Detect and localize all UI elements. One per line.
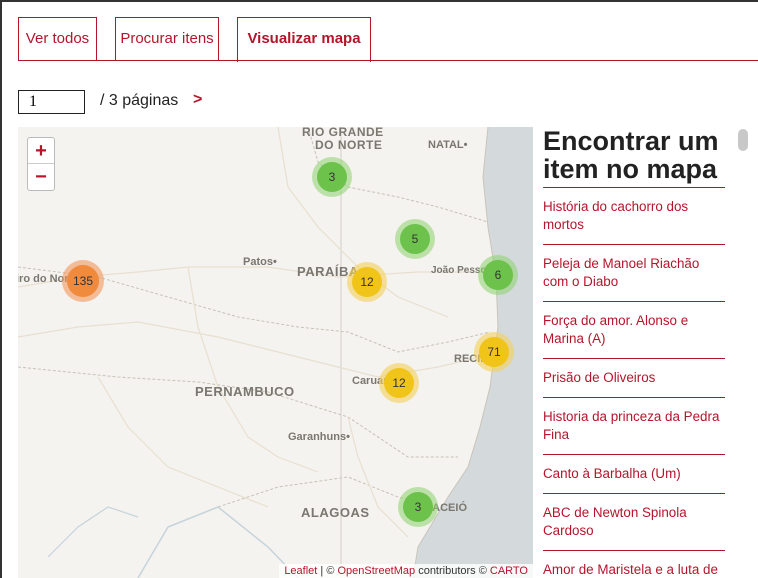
tab-procurar-itens[interactable]: Procurar itens xyxy=(115,17,219,60)
list-item[interactable]: Prisão de Oliveiros xyxy=(543,359,725,398)
window-border-top xyxy=(0,0,758,2)
map-label-natal: NATAL• xyxy=(428,139,468,151)
map-attribution: Leaflet | © OpenStreetMap contributors ©… xyxy=(279,564,533,578)
map-item-list-panel: Encontrar um item no mapa História do ca… xyxy=(543,127,725,578)
carto-link[interactable]: CARTO xyxy=(490,565,528,577)
window-border-left xyxy=(0,0,2,578)
scrollbar-thumb[interactable] xyxy=(738,129,748,151)
map-label-patos: Patos• xyxy=(243,256,277,268)
map-cluster[interactable]: 6 xyxy=(478,255,518,295)
leaflet-link[interactable]: Leaflet xyxy=(284,565,317,577)
osm-link[interactable]: OpenStreetMap xyxy=(337,565,415,577)
zoom-control: + − xyxy=(27,137,55,191)
page-total-label: / 3 páginas xyxy=(100,92,179,109)
list-item[interactable]: Força do amor. Alonso e Marina (A) xyxy=(543,302,725,359)
map-cluster[interactable]: 3 xyxy=(312,157,352,197)
list-item[interactable]: História do cachorro dos mortos xyxy=(543,188,725,245)
zoom-out-button[interactable]: − xyxy=(28,164,54,190)
map-cluster[interactable]: 12 xyxy=(347,262,387,302)
map-label-pernambuco: PERNAMBUCO xyxy=(195,384,295,399)
map-label-rn2: DO NORTE xyxy=(315,138,383,152)
tabs-underline xyxy=(18,60,758,61)
page-number-input[interactable] xyxy=(18,90,85,114)
item-list: História do cachorro dos mortos Peleja d… xyxy=(543,188,725,578)
map-cluster[interactable]: 5 xyxy=(395,219,435,259)
next-page-button[interactable]: > xyxy=(193,91,202,109)
item-list-scrollbar[interactable] xyxy=(738,127,748,578)
attribution-mid: contributors © xyxy=(415,565,490,577)
list-item[interactable]: Peleja de Manoel Riachão com o Diabo xyxy=(543,245,725,302)
map-label-juazeiro: iro do Nor xyxy=(18,273,69,285)
map-cluster[interactable]: 3 xyxy=(398,487,438,527)
zoom-in-button[interactable]: + xyxy=(28,138,54,164)
map-label-garanhuns: Garanhuns• xyxy=(288,431,350,443)
tab-ver-todos[interactable]: Ver todos xyxy=(18,17,97,60)
item-list-title: Encontrar um item no mapa xyxy=(543,127,725,188)
attribution-sep: | © xyxy=(317,565,338,577)
map-cluster[interactable]: 71 xyxy=(474,332,514,372)
map-cluster[interactable]: 135 xyxy=(62,260,104,302)
list-item[interactable]: Canto à Barbalha (Um) xyxy=(543,455,725,494)
list-item[interactable]: ABC de Newton Spinola Cardoso xyxy=(543,494,725,551)
map-view[interactable]: RIO GRANDE DO NORTE NATAL• Patos• PARAÍB… xyxy=(18,127,533,578)
list-item[interactable]: Amor de Maristela e a luta de xyxy=(543,551,725,578)
tab-visualizar-mapa[interactable]: Visualizar mapa xyxy=(237,17,371,62)
list-item[interactable]: Historia da princeza da Pedra Fina xyxy=(543,398,725,455)
map-label-alagoas: ALAGOAS xyxy=(301,505,370,520)
map-cluster[interactable]: 12 xyxy=(379,363,419,403)
